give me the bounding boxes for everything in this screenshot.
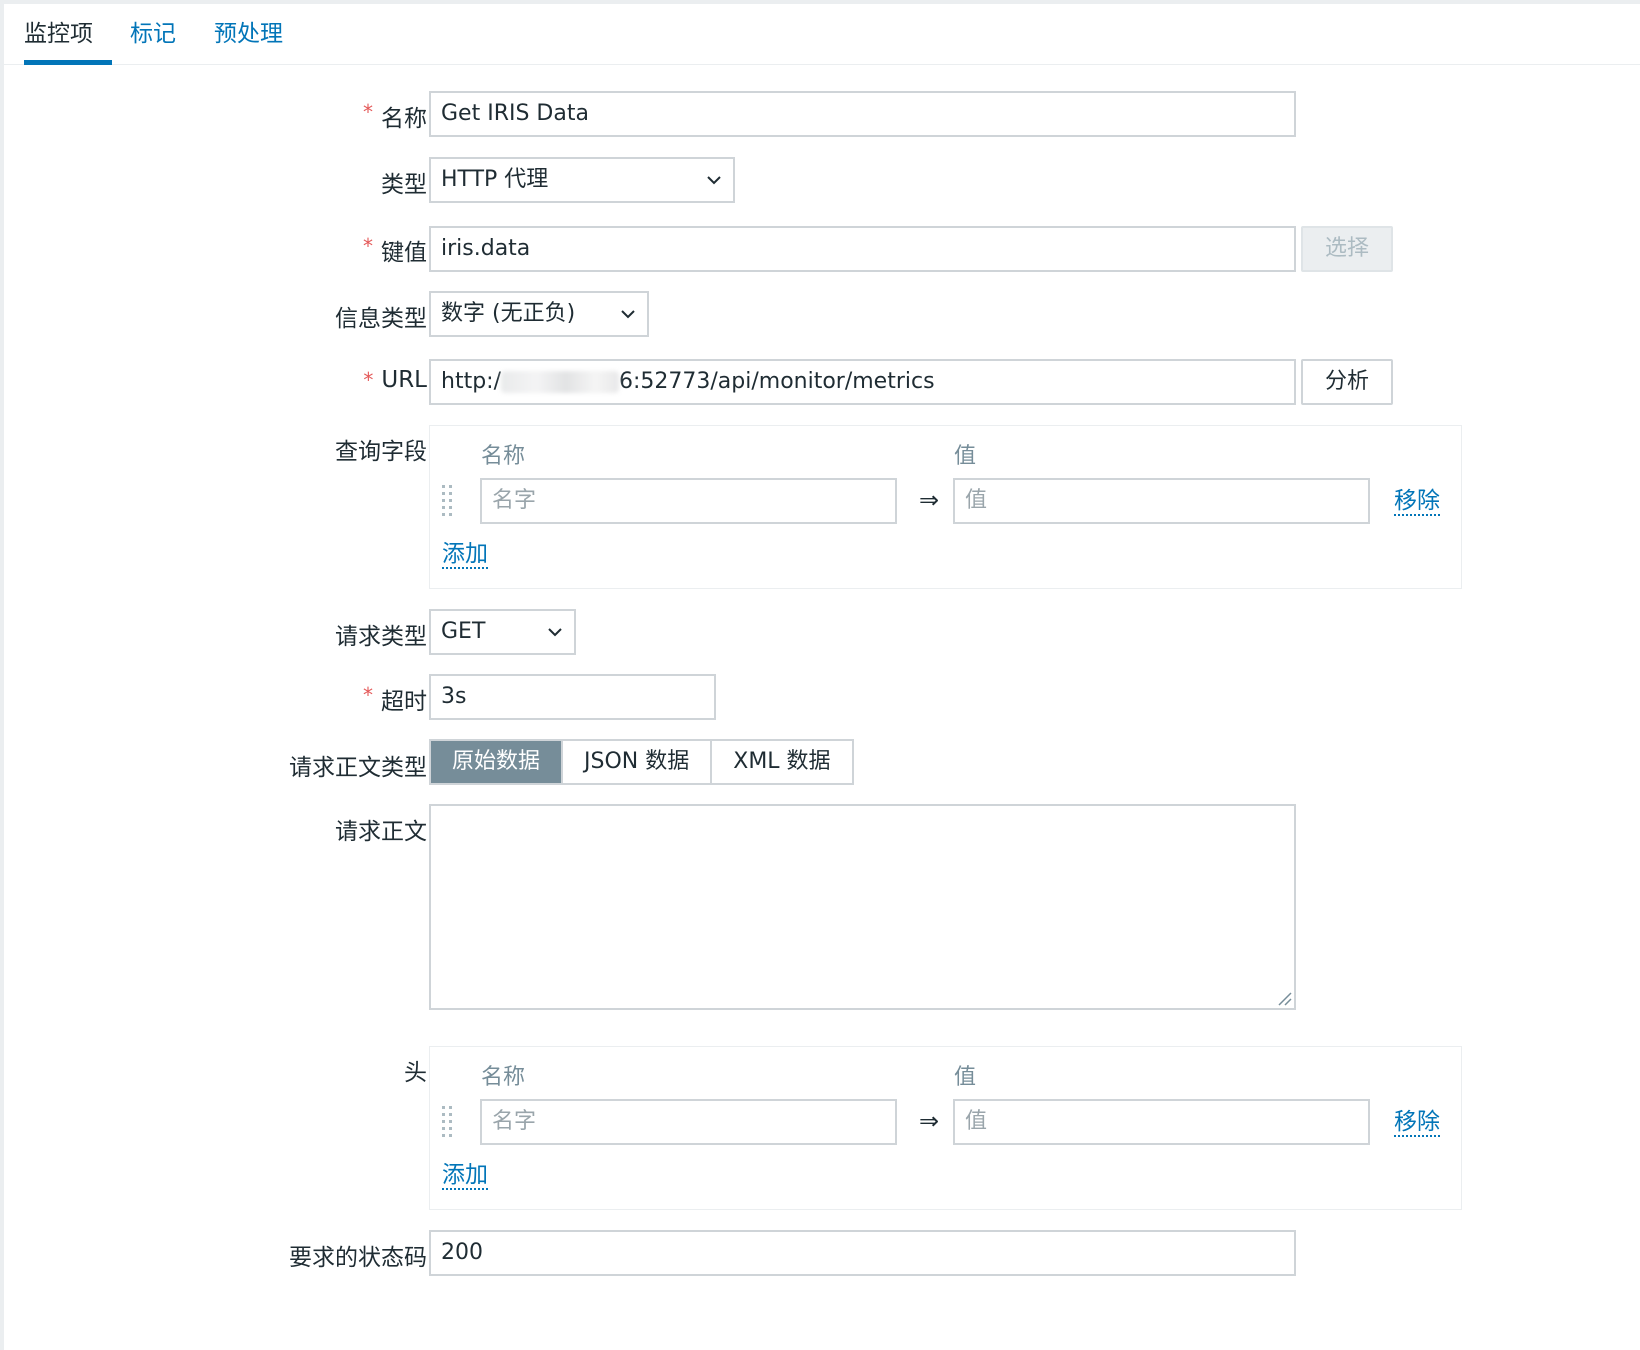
body-type-xml[interactable]: XML 数据	[712, 741, 852, 783]
info-type-select[interactable]: 数字 (无正负)	[429, 291, 649, 337]
url-input[interactable]: http:/ 6:52773/api/monitor/metrics	[429, 359, 1296, 405]
tab-item[interactable]: 监控项	[24, 4, 112, 65]
drag-handle-icon[interactable]	[441, 1105, 453, 1141]
status-codes-input[interactable]: 200	[429, 1230, 1296, 1276]
type-label: 类型	[381, 172, 427, 198]
body-type-label: 请求正文类型	[289, 755, 427, 781]
name-input[interactable]: Get IRIS Data	[429, 91, 1296, 137]
tab-tags[interactable]: 标记	[130, 4, 176, 64]
url-parse-button[interactable]: 分析	[1301, 359, 1393, 405]
timeout-label: * 超时	[363, 683, 427, 715]
header-name-input[interactable]: 名字	[480, 1099, 897, 1145]
query-name-input[interactable]: 名字	[480, 478, 897, 524]
url-value-suffix: 6:52773/api/monitor/metrics	[618, 369, 935, 394]
chevron-down-icon	[707, 176, 721, 185]
body-type-segmented: 原始数据 JSON 数据 XML 数据	[429, 739, 854, 785]
headers-col-value: 值	[954, 1065, 977, 1090]
type-select-value: HTTP 代理	[441, 167, 549, 192]
header-add-link[interactable]: 添加	[442, 1162, 488, 1190]
required-marker: *	[363, 683, 373, 707]
key-select-button[interactable]: 选择	[1301, 226, 1393, 272]
resize-handle-icon[interactable]	[1276, 990, 1292, 1006]
timeout-input[interactable]: 3s	[429, 674, 716, 720]
header-remove-link[interactable]: 移除	[1394, 1109, 1440, 1137]
body-type-json[interactable]: JSON 数据	[563, 741, 713, 783]
query-value-input[interactable]: 值	[953, 478, 1370, 524]
body-type-raw[interactable]: 原始数据	[431, 741, 564, 783]
required-marker: *	[363, 234, 373, 258]
request-type-select-value: GET	[441, 619, 486, 644]
key-input[interactable]: iris.data	[429, 226, 1296, 272]
body-textarea[interactable]	[429, 804, 1296, 1010]
status-codes-label: 要求的状态码	[289, 1245, 427, 1271]
request-type-select[interactable]: GET	[429, 609, 576, 655]
info-type-select-value: 数字 (无正负)	[441, 301, 576, 326]
chevron-down-icon	[548, 628, 562, 637]
query-fields-table: 名称 值 名字 ⇒ 值 移除 添加	[429, 425, 1462, 589]
tab-preprocessing[interactable]: 预处理	[214, 4, 283, 64]
query-fields-label: 查询字段	[335, 439, 427, 465]
required-marker: *	[363, 368, 374, 392]
chevron-down-icon	[621, 310, 635, 319]
query-remove-link[interactable]: 移除	[1394, 488, 1440, 516]
name-label: * 名称	[363, 100, 427, 132]
info-type-label: 信息类型	[335, 306, 427, 332]
body-label: 请求正文	[335, 819, 427, 845]
query-col-name: 名称	[481, 444, 526, 469]
headers-col-name: 名称	[481, 1065, 526, 1090]
url-value-prefix: http:/	[441, 369, 501, 394]
key-label: * 键值	[363, 234, 427, 266]
request-type-label: 请求类型	[335, 624, 427, 650]
header-value-input[interactable]: 值	[953, 1099, 1370, 1145]
redacted-blur	[500, 371, 619, 393]
tab-bar: 监控项 标记 预处理	[4, 4, 1640, 65]
query-add-link[interactable]: 添加	[442, 541, 488, 569]
type-select[interactable]: HTTP 代理	[429, 157, 735, 203]
required-marker: *	[363, 100, 373, 124]
headers-table: 名称 值 名字 ⇒ 值 移除 添加	[429, 1046, 1462, 1210]
drag-handle-icon[interactable]	[441, 484, 453, 520]
headers-label: 头	[404, 1060, 427, 1086]
query-col-value: 值	[954, 444, 977, 469]
url-label: * URL	[363, 367, 427, 393]
mapping-arrow-icon: ⇒	[919, 486, 940, 514]
mapping-arrow-icon: ⇒	[919, 1107, 940, 1135]
